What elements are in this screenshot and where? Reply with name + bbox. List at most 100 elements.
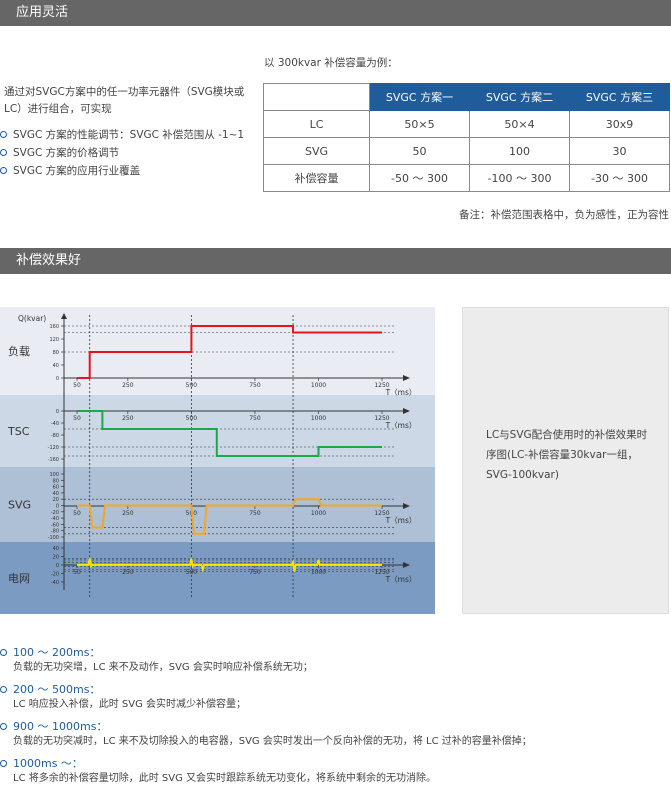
y-tick-label: -80 xyxy=(51,529,59,535)
y-tick-label: 80 xyxy=(53,478,59,484)
feature-item: SVGC 方案的应用行业覆盖 xyxy=(0,162,255,180)
feature-item: SVGC 方案的性能调节：SVGC 补偿范围从 -1~1 xyxy=(0,126,255,144)
timeline-description: LC 将多余的补偿容量切除，此时 SVG 又会实时跟踪系统无功变化，将系统中剩余… xyxy=(13,773,437,784)
y-tick-label: 0 xyxy=(56,504,59,510)
circle-bullet-icon xyxy=(0,167,7,174)
timeline-range: 200 ～ 500ms： xyxy=(13,683,101,696)
y-tick-label: 0 xyxy=(56,409,59,415)
row-label: SVG xyxy=(263,137,370,165)
timeline-item: 200 ～ 500ms： LC 响应投入补偿，此时 SVG 会实时减少补偿容量； xyxy=(0,682,671,712)
timeline-description: LC 响应投入补偿，此时 SVG 会实时减少补偿容量； xyxy=(13,699,247,710)
x-axis-label: T（ms） xyxy=(385,575,417,584)
timeline-range: 900 ～ 1000ms： xyxy=(13,720,108,733)
y-tick-label: -60 xyxy=(51,522,59,528)
x-tick-label: 50 xyxy=(73,382,81,389)
x-tick-label: 1000 xyxy=(311,382,326,389)
timeline-item: 900 ～ 1000ms： 负载的无功突减时，LC 来不及切除投入的电容器，SV… xyxy=(0,719,671,749)
y-tick-label: 100 xyxy=(49,472,59,478)
feature-item: SVGC 方案的价格调节 xyxy=(0,144,255,162)
table-row: 补偿容量 -50 ～ 300 -100 ～ 300 -30 ～ 300 xyxy=(263,164,670,192)
table-cell: -50 ～ 300 xyxy=(369,164,470,192)
y-tick-label: -40 xyxy=(51,580,59,586)
plan-table: SVGC 方案一 SVGC 方案二 SVGC 方案三 LC 50×5 50×4 … xyxy=(263,83,670,192)
y-tick-label: -20 xyxy=(51,510,59,516)
timeline-range: 100 ～ 200ms： xyxy=(13,646,101,659)
y-tick-label: -40 xyxy=(51,421,59,427)
intro-text: 通过对SVGC方案中的任一功率元器件（SVG模块或LC）进行组合，可实现 xyxy=(4,86,245,115)
y-tick-label: -100 xyxy=(48,535,59,541)
chart-caption: LC与SVG配合使用时的补偿效果时序图(LC-补偿容量30kvar一组，SVG-… xyxy=(486,429,648,481)
y-tick-label: 40 xyxy=(53,491,59,497)
y-tick-label: 160 xyxy=(49,324,59,330)
table-row: LC 50×5 50×4 30x9 xyxy=(263,110,670,138)
y-tick-label: -160 xyxy=(48,457,59,463)
table-cell: -30 ～ 300 xyxy=(569,164,670,192)
table-row: SVG 50 100 30 xyxy=(263,137,670,165)
table-header-cell: SVGC 方案一 xyxy=(369,83,470,111)
circle-bullet-icon xyxy=(0,760,7,767)
section-title-flexible: 应用灵活 xyxy=(0,0,671,26)
row-label: LC xyxy=(263,110,370,138)
timeline-list: 100 ～ 200ms： 负载的无功突增，LC 来不及动作，SVG 会实时响应补… xyxy=(0,645,671,793)
y-tick-label: -80 xyxy=(51,433,59,439)
timing-chart: Q(kvar) 负载 0 40 80 120 160 50 250 500 750 1000 1250 T… xyxy=(0,307,435,614)
feature-list: SVGC 方案的性能调节：SVGC 补偿范围从 -1~1 SVGC 方案的价格调… xyxy=(0,126,255,180)
table-cell: 50×4 xyxy=(469,110,570,138)
row-label: 补偿容量 xyxy=(263,164,370,192)
timeline-description: 负载的无功突减时，LC 来不及切除投入的电容器，SVG 会实时发出一个反向补偿的… xyxy=(13,736,532,747)
x-tick-label: 50 xyxy=(73,510,81,517)
x-tick-label: 50 xyxy=(73,569,81,576)
timeline-range: 1000ms ～： xyxy=(13,757,83,770)
x-tick-label: 1000 xyxy=(311,415,326,422)
y-tick-label: 120 xyxy=(49,337,59,343)
x-tick-label: 750 xyxy=(249,510,261,517)
panel-label-3: 电网 xyxy=(8,572,30,585)
table-corner-cell xyxy=(263,83,370,111)
table-header-row: SVGC 方案一 SVGC 方案二 SVGC 方案三 xyxy=(263,83,670,111)
chart-caption-box: LC与SVG配合使用时的补偿效果时序图(LC-补偿容量30kvar一组，SVG-… xyxy=(462,307,669,614)
circle-bullet-icon xyxy=(0,686,7,693)
x-tick-label: 750 xyxy=(249,382,261,389)
y-tick-label: 40 xyxy=(53,363,59,369)
circle-bullet-icon xyxy=(0,723,7,730)
x-tick-label: 500 xyxy=(186,415,198,422)
x-tick-label: 750 xyxy=(249,415,261,422)
x-axis-label: T（ms） xyxy=(385,421,417,430)
panel-background xyxy=(0,307,435,395)
x-tick-label: 250 xyxy=(122,382,134,389)
y-tick-label: -40 xyxy=(51,516,59,522)
table-cell: 50 xyxy=(369,137,470,165)
timeline-item: 1000ms ～： LC 将多余的补偿容量切除，此时 SVG 又会实时跟踪系统无… xyxy=(0,756,671,786)
x-tick-label: 1000 xyxy=(311,569,326,576)
timeline-item: 100 ～ 200ms： 负载的无功突增，LC 来不及动作，SVG 会实时响应补… xyxy=(0,645,671,675)
table-cell: 30 xyxy=(569,137,670,165)
table-header-cell: SVGC 方案二 xyxy=(469,83,570,111)
circle-bullet-icon xyxy=(0,649,7,656)
panel-label-2: SVG xyxy=(8,499,31,512)
y-tick-label: 0 xyxy=(56,563,59,569)
y-tick-label: 0 xyxy=(56,376,59,382)
example-caption: 以 300kvar 补偿容量为例： xyxy=(264,57,398,69)
y-tick-label: 40 xyxy=(53,546,59,552)
x-tick-label: 750 xyxy=(249,569,261,576)
table-cell: 50×5 xyxy=(369,110,470,138)
table-note: 备注：补偿范围表格中，负为感性，正为容性 xyxy=(459,209,669,221)
table-cell: -100 ～ 300 xyxy=(469,164,570,192)
x-tick-label: 50 xyxy=(73,415,81,422)
x-tick-label: 500 xyxy=(186,382,198,389)
section-title-compensation: 补偿效果好 xyxy=(0,248,671,274)
timing-chart-svg: Q(kvar)负载0408012016050 250 500 750 1000 1250T… xyxy=(0,307,435,614)
circle-bullet-icon xyxy=(0,131,7,138)
y-axis-label: Q(kvar) xyxy=(18,314,46,323)
x-tick-label: 250 xyxy=(122,510,134,517)
table-cell: 100 xyxy=(469,137,570,165)
y-tick-label: 60 xyxy=(53,485,59,491)
x-tick-label: 250 xyxy=(122,415,134,422)
y-tick-label: 20 xyxy=(53,497,59,503)
y-tick-label: 80 xyxy=(53,350,59,356)
x-tick-label: 500 xyxy=(186,569,198,576)
panel-label-1: TSC xyxy=(7,425,30,438)
timeline-description: 负载的无功突增，LC 来不及动作，SVG 会实时响应补偿系统无功； xyxy=(13,662,313,673)
table-header-cell: SVGC 方案三 xyxy=(569,83,670,111)
table-cell: 30x9 xyxy=(569,110,670,138)
